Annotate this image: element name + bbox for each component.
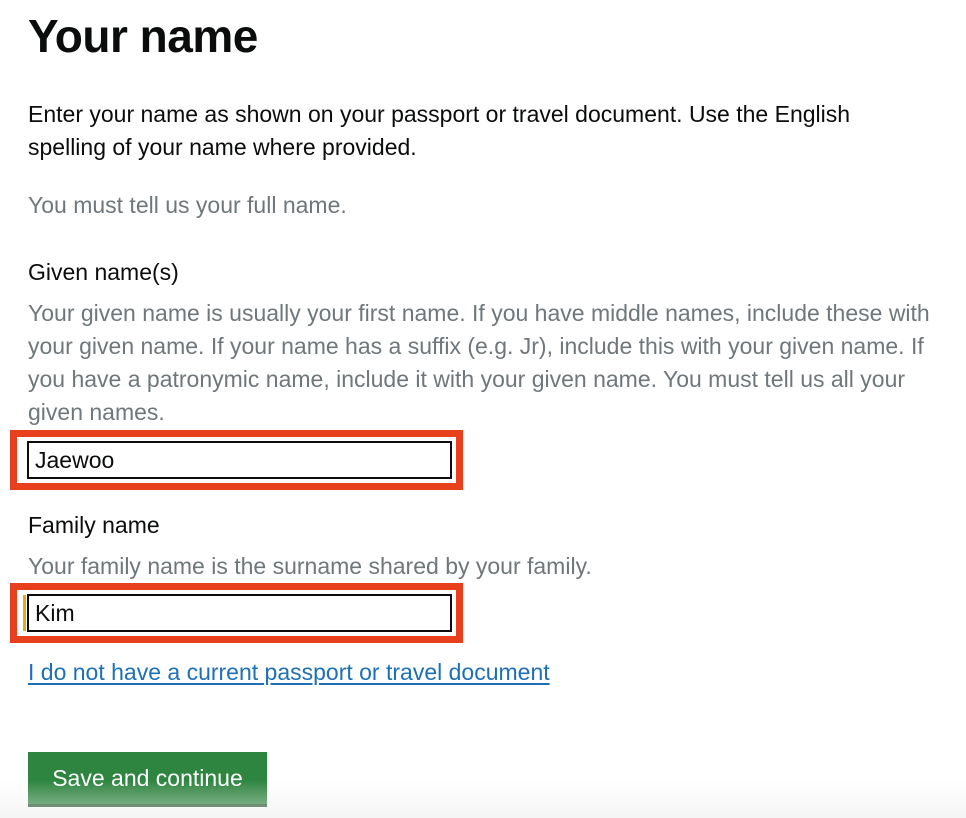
save-and-continue-button[interactable]: Save and continue (28, 752, 267, 804)
no-passport-link[interactable]: I do not have a current passport or trav… (28, 656, 550, 688)
intro-text: Enter your name as shown on your passpor… (28, 101, 851, 160)
family-name-label: Family name (28, 512, 160, 538)
family-name-highlight (10, 583, 463, 643)
focus-indicator-bar (23, 595, 26, 631)
family-name-hint: Your family name is the surname shared b… (28, 553, 592, 579)
given-name-highlight (10, 430, 463, 490)
family-name-field-wrapper (17, 590, 456, 636)
given-name-hint: Your given name is usually your first na… (28, 300, 930, 425)
family-name-input[interactable] (27, 594, 452, 632)
given-name-label: Given name(s) (28, 259, 179, 285)
required-hint: You must tell us your full name. (28, 192, 347, 218)
page-title: Your name (28, 10, 258, 62)
name-form-page: Your name Enter your name as shown on yo… (0, 0, 966, 818)
given-name-field-wrapper (17, 437, 456, 483)
given-name-input[interactable] (27, 441, 452, 479)
